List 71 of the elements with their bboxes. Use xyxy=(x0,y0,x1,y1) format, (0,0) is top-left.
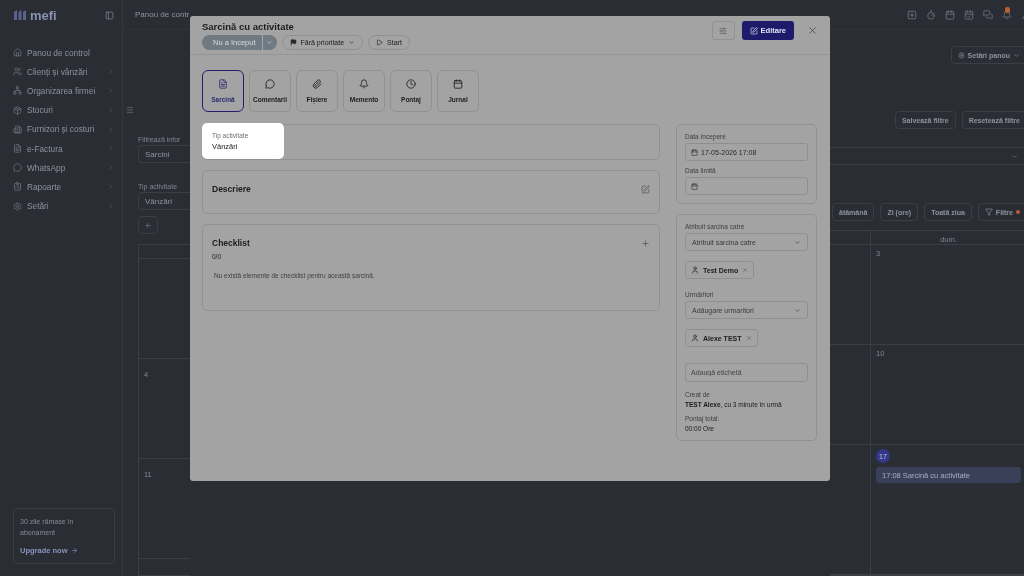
bell-icon xyxy=(359,79,369,89)
chevron-icon xyxy=(107,125,114,133)
logo: mefi xyxy=(13,7,57,23)
chat-bubble-icon xyxy=(265,79,275,89)
add-icon[interactable] xyxy=(641,238,650,248)
date-field[interactable] xyxy=(685,177,808,195)
sliders-icon xyxy=(719,26,728,35)
sidebar-item[interactable]: e-Factura xyxy=(13,138,114,159)
back-button[interactable] xyxy=(138,216,158,234)
calendar-icon xyxy=(691,148,698,156)
sidebar-item[interactable]: WhatsApp xyxy=(13,158,114,178)
chevron-icon xyxy=(1011,152,1018,160)
arrow-icon xyxy=(70,547,78,554)
dialog-title: Sarcină cu activitate xyxy=(202,21,295,32)
breadcrumb: Panou de contr xyxy=(135,10,190,19)
menu-icon[interactable] xyxy=(126,106,134,114)
section-title: Checklist xyxy=(212,238,250,248)
flag-icon xyxy=(289,39,297,46)
close-icon[interactable] xyxy=(807,25,818,36)
clock-icon xyxy=(406,79,416,89)
home-icon xyxy=(13,48,22,58)
sidebar-item[interactable]: Rapoarte xyxy=(13,177,114,197)
clipboard-icon xyxy=(13,182,22,192)
sidebar-item[interactable]: Stocuri xyxy=(13,100,114,120)
logo-icon xyxy=(13,10,27,20)
caret-icon xyxy=(265,39,273,46)
document-icon xyxy=(13,144,22,154)
arrow-left-icon xyxy=(144,221,152,229)
network-icon xyxy=(13,86,22,96)
remove-icon[interactable] xyxy=(745,335,752,341)
calendar-icon xyxy=(691,182,698,190)
users-icon xyxy=(13,67,22,77)
box-icon xyxy=(13,105,22,115)
sidebar-item[interactable]: Panou de control xyxy=(13,43,114,63)
chat-icon xyxy=(13,163,22,173)
sidebar-item[interactable]: Clienți și vânzări xyxy=(13,62,114,82)
chevron-icon xyxy=(107,87,114,95)
document-icon xyxy=(218,79,228,89)
gear-icon xyxy=(13,201,22,211)
plus-square-icon[interactable] xyxy=(907,9,917,20)
chevron-icon xyxy=(107,164,114,172)
settings-button[interactable] xyxy=(711,21,735,40)
calendar-icon xyxy=(453,79,463,89)
edit-icon xyxy=(749,26,758,35)
sidebar-item[interactable]: Furnizori și costuri xyxy=(13,119,114,139)
building-icon xyxy=(13,124,22,134)
caret-icon xyxy=(348,39,356,46)
play-icon xyxy=(376,39,384,46)
chat-icon[interactable] xyxy=(983,9,993,20)
sidebar-toggle-icon[interactable] xyxy=(105,10,114,20)
sidebar-item[interactable]: Organizarea firmei xyxy=(13,81,114,101)
calendar-check-icon[interactable] xyxy=(964,9,974,20)
chevron-icon xyxy=(107,145,114,153)
remove-icon[interactable] xyxy=(742,267,749,273)
timer-icon[interactable] xyxy=(926,9,936,20)
chevron-icon xyxy=(794,306,801,314)
section-title: Descriere xyxy=(212,184,251,194)
edit-icon[interactable] xyxy=(641,184,650,194)
paperclip-icon xyxy=(312,79,322,89)
gear-icon xyxy=(957,51,965,59)
chevron-icon xyxy=(107,68,114,76)
sidebar-item[interactable]: Setări xyxy=(13,196,114,216)
bell-icon[interactable] xyxy=(1002,9,1012,20)
filter-icon xyxy=(984,208,993,216)
chevron-icon xyxy=(107,106,114,114)
chevron-icon xyxy=(107,202,114,210)
chevron-icon xyxy=(107,183,114,191)
chevron-icon xyxy=(794,238,801,246)
calendar-icon[interactable] xyxy=(945,9,955,20)
select-field[interactable] xyxy=(830,147,1024,165)
chevron-icon xyxy=(1013,51,1020,59)
